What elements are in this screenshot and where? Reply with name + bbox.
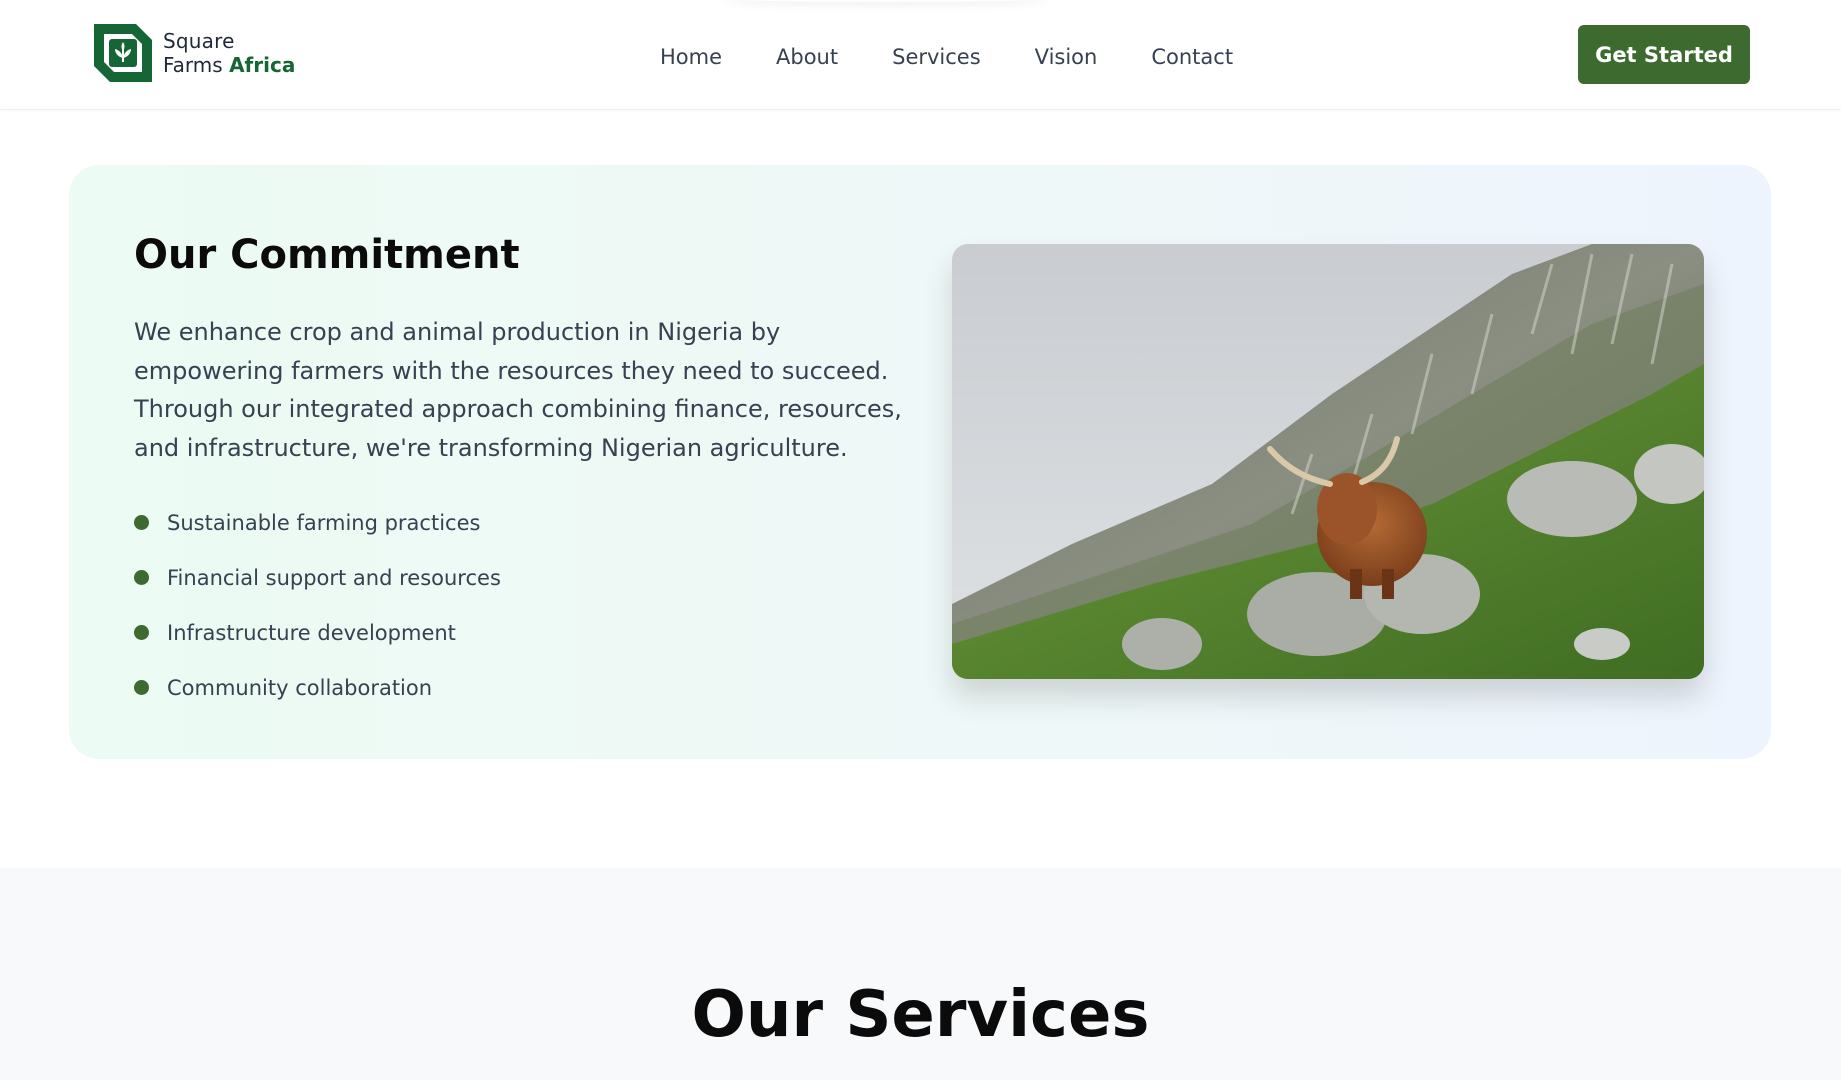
logo-line2-accent: Africa — [229, 52, 296, 77]
feature-label: Infrastructure development — [167, 620, 456, 645]
commitment-title: Our Commitment — [134, 232, 520, 278]
nav-vision[interactable]: Vision — [1035, 40, 1098, 74]
commitment-description: We enhance crop and animal production in… — [134, 318, 902, 462]
header-glow — [720, 0, 1050, 2]
feature-label: Sustainable farming practices — [167, 510, 481, 535]
site-header: Square Farms Africa Home About Services … — [0, 0, 1841, 110]
services-title: Our Services — [691, 978, 1150, 1052]
list-item: Community collaboration — [134, 660, 501, 715]
logo-line2: Farms Africa — [163, 52, 296, 77]
logo-line2-prefix: Farms — [163, 52, 230, 77]
brand-logo[interactable]: Square Farms Africa — [94, 24, 295, 82]
services-section: Our Services — [0, 868, 1841, 1080]
logo-leaf-icon — [94, 24, 152, 82]
nav-contact[interactable]: Contact — [1151, 40, 1233, 74]
main-nav: Home About Services Vision Contact — [660, 40, 1287, 74]
commitment-card: Our Commitment We enhance crop and anima… — [69, 165, 1771, 759]
feature-list: Sustainable farming practices Financial … — [134, 495, 501, 715]
bullet-dot-icon — [134, 625, 149, 640]
bullet-dot-icon — [134, 515, 149, 530]
list-item: Financial support and resources — [134, 550, 501, 605]
bullet-dot-icon — [134, 680, 149, 695]
highland-cow-photo — [952, 244, 1704, 679]
logo-text: Square Farms Africa — [163, 28, 296, 77]
nav-about[interactable]: About — [776, 40, 838, 74]
nav-services[interactable]: Services — [892, 40, 981, 74]
bullet-dot-icon — [134, 570, 149, 585]
logo-line1: Square — [163, 28, 235, 53]
feature-label: Community collaboration — [167, 675, 433, 700]
list-item: Sustainable farming practices — [134, 495, 501, 550]
get-started-button[interactable]: Get Started — [1578, 25, 1750, 84]
feature-label: Financial support and resources — [167, 565, 501, 590]
nav-home[interactable]: Home — [660, 40, 722, 74]
list-item: Infrastructure development — [134, 605, 501, 660]
